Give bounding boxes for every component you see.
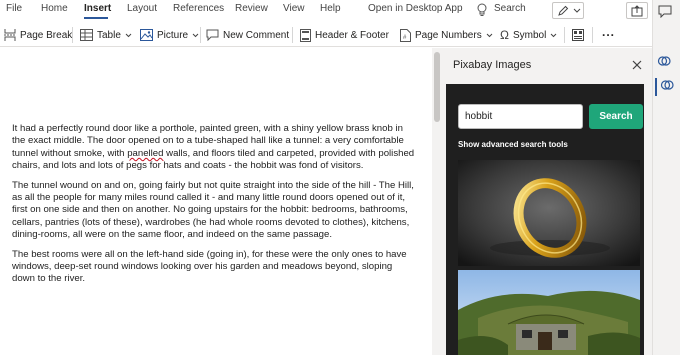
new-comment-label: New Comment [223,29,290,41]
page-numbers-label: Page Numbers [415,29,482,41]
paragraph: The tunnel wound on and on, going fairly… [12,179,414,241]
tab-file[interactable]: File [6,3,22,14]
ring-image [458,160,640,266]
editing-mode-button[interactable] [552,2,584,19]
document-canvas[interactable]: It had a perfectly round door like a por… [0,48,432,355]
result-image-ring[interactable] [458,160,640,266]
picture-button[interactable]: Picture [140,27,203,43]
header-footer-button[interactable]: Header & Footer [300,27,389,43]
toolbar-divider [200,27,201,43]
share-icon [631,5,643,17]
misspelled-word[interactable]: panelled [127,148,163,159]
comments-button[interactable] [658,4,674,20]
advanced-search-link[interactable]: Show advanced search tools [458,140,568,149]
ribbon-tabs: File Home Insert Layout References Revie… [0,0,652,20]
symbol-button[interactable]: Ω Symbol [500,27,561,43]
chevron-down-icon [486,33,493,37]
hobbit-house-image [458,270,640,355]
chevron-down-icon [573,8,581,13]
pen-icon [558,5,569,16]
tab-home[interactable]: Home [41,3,68,14]
chevron-down-icon [192,33,199,37]
document-scrollbar[interactable] [432,48,442,355]
omega-icon: Ω [500,28,509,42]
add-in-launcher-button[interactable] [657,54,673,70]
pixabay-content: Search Show advanced search tools [446,84,644,355]
page-numbers-button[interactable]: # Page Numbers [400,27,497,43]
lightbulb-icon[interactable] [476,3,488,17]
tab-layout[interactable]: Layout [127,3,157,14]
open-in-desktop-app-button[interactable]: Open in Desktop App [368,3,463,14]
paragraph: The best rooms were all on the left-hand… [12,248,407,285]
toolbar-divider [592,27,593,43]
pixabay-addin-button[interactable] [655,78,674,96]
page-break-icon [4,29,16,41]
tab-references[interactable]: References [173,3,224,14]
addin-icon [660,80,674,90]
paragraph: It had a perfectly round door like a por… [12,123,416,173]
tell-me-search[interactable]: Search [494,3,526,14]
toolbar-divider [72,27,73,43]
comment-bubble-icon [658,5,672,19]
more-icon[interactable]: ... [602,24,615,40]
page-break-button[interactable]: Page Break [4,27,72,43]
pixabay-search-input[interactable] [458,104,583,129]
chevron-down-icon [550,33,557,37]
tab-help[interactable]: Help [320,3,341,14]
picture-label: Picture [157,29,189,41]
tab-view[interactable]: View [283,3,305,14]
symbol-label: Symbol [512,29,547,41]
addin-icon [657,56,671,66]
side-rail [652,0,680,355]
chevron-down-icon [125,33,132,37]
toolbar-divider [292,27,293,43]
document-body[interactable]: It had a perfectly round door like a por… [12,123,416,293]
new-comment-button[interactable]: New Comment [206,27,289,43]
page-numbers-icon: # [400,28,411,42]
svg-text:#: # [403,35,407,41]
tab-review[interactable]: Review [235,3,268,14]
comment-icon [206,29,219,41]
layout-options-button[interactable] [572,27,588,43]
active-tab-indicator [84,17,108,19]
picture-icon [140,29,153,41]
pixabay-search-button[interactable]: Search [589,104,643,129]
close-icon[interactable] [632,60,642,70]
scrollbar-thumb[interactable] [434,52,440,122]
pixabay-pane: Pixabay Images Search Show advanced sear… [442,48,652,355]
tab-insert[interactable]: Insert [84,3,111,14]
pane-title: Pixabay Images [453,59,532,71]
result-image-hobbit-house[interactable] [458,270,640,355]
grid-icon [572,29,584,41]
share-button[interactable] [626,2,648,19]
header-footer-label: Header & Footer [315,29,389,41]
insert-toolbar: Page Break Table Picture New Comment Hea… [0,22,652,47]
page-break-label: Page Break [20,29,73,41]
table-icon [80,29,93,41]
table-button[interactable]: Table [80,27,136,43]
toolbar-divider [564,27,565,43]
pane-header: Pixabay Images [442,48,652,84]
table-label: Table [97,29,121,41]
header-footer-icon [300,28,311,42]
